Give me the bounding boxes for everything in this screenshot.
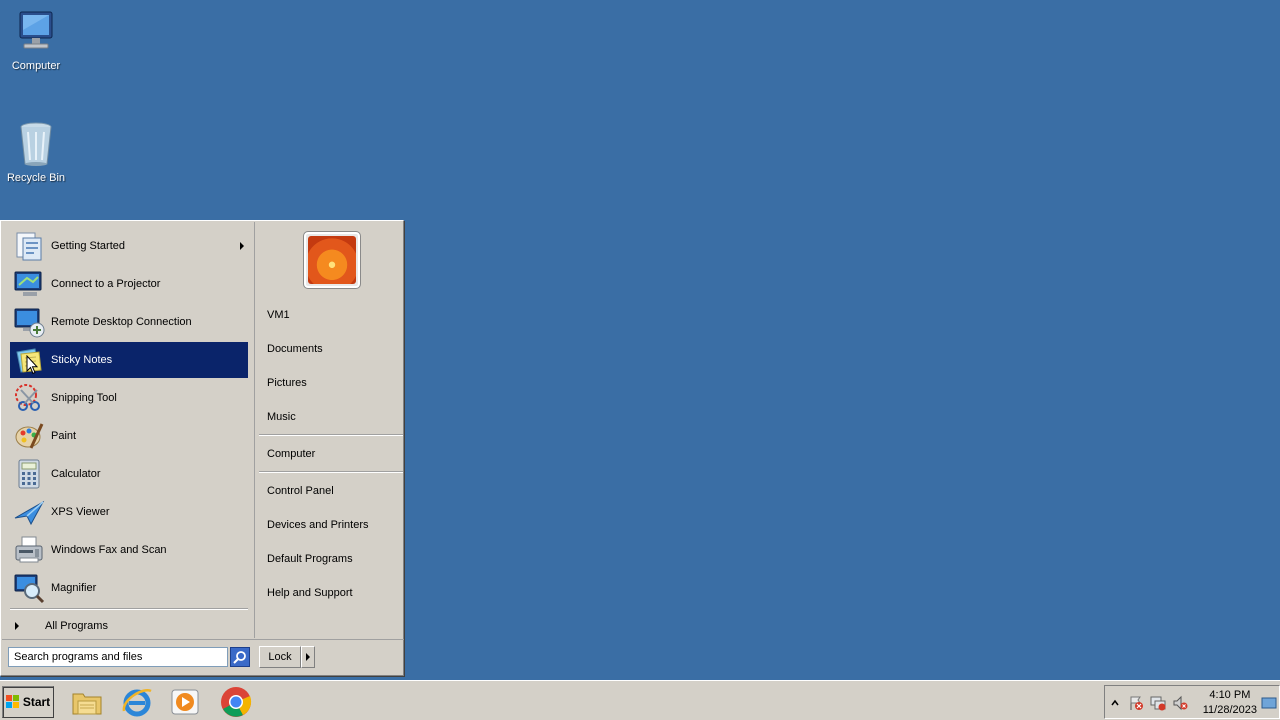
action-center-flag-icon[interactable] bbox=[1128, 695, 1144, 711]
program-label: Paint bbox=[51, 430, 77, 442]
link-devices-printers[interactable]: Devices and Printers bbox=[267, 519, 369, 531]
desktop-icon-recycle-bin[interactable]: Recycle Bin bbox=[0, 120, 72, 184]
start-button[interactable]: Start bbox=[2, 686, 54, 718]
clock-date: 11/28/2023 bbox=[1202, 704, 1257, 716]
program-label: XPS Viewer bbox=[51, 506, 110, 518]
search-button[interactable] bbox=[230, 647, 250, 667]
program-sticky-notes[interactable]: Sticky Notes bbox=[10, 342, 248, 378]
media-player-icon[interactable] bbox=[168, 685, 202, 719]
getting-started-icon bbox=[13, 230, 45, 262]
xps-viewer-icon bbox=[13, 496, 45, 528]
start-label: Start bbox=[22, 695, 51, 709]
link-user-folder[interactable]: VM1 bbox=[267, 309, 290, 321]
all-programs-arrow-icon bbox=[15, 622, 19, 630]
link-music[interactable]: Music bbox=[267, 411, 296, 423]
program-paint[interactable]: Paint bbox=[10, 418, 248, 454]
program-label: Remote Desktop Connection bbox=[51, 316, 192, 328]
link-documents[interactable]: Documents bbox=[267, 343, 323, 355]
taskbar-clock[interactable]: 4:10 PM 11/28/2023 bbox=[1203, 688, 1257, 718]
desktop-icon-computer[interactable]: Computer bbox=[0, 8, 72, 72]
internet-explorer-icon[interactable] bbox=[120, 685, 154, 719]
program-label: Snipping Tool bbox=[51, 392, 117, 404]
magnifier-icon bbox=[13, 572, 45, 604]
desktop-icon-label: Computer bbox=[11, 60, 61, 72]
start-menu-search-bar: Lock bbox=[2, 639, 404, 675]
taskbar: Start 4:10 PM 11/28/2023 bbox=[0, 680, 1280, 720]
remote-desktop-icon bbox=[13, 306, 45, 338]
calculator-icon bbox=[13, 458, 45, 490]
lock-button[interactable]: Lock bbox=[259, 646, 301, 668]
volume-muted-icon[interactable] bbox=[1172, 695, 1188, 711]
submenu-arrow-icon bbox=[240, 242, 244, 250]
all-programs-label: All Programs bbox=[45, 620, 108, 632]
program-calculator[interactable]: Calculator bbox=[10, 456, 248, 492]
program-label: Calculator bbox=[51, 468, 101, 480]
link-computer[interactable]: Computer bbox=[267, 448, 315, 460]
projector-icon bbox=[13, 268, 45, 300]
show-desktop-icon[interactable] bbox=[1261, 695, 1277, 711]
lock-label: Lock bbox=[268, 651, 292, 663]
mouse-cursor-icon bbox=[26, 354, 39, 378]
start-menu-places-pane: VM1 Documents Pictures Music Computer Co… bbox=[254, 222, 403, 638]
start-menu: Getting Started Connect to a Projector R… bbox=[0, 220, 404, 676]
desktop-icon-label: Recycle Bin bbox=[6, 172, 66, 184]
link-help-support[interactable]: Help and Support bbox=[267, 587, 353, 599]
program-label: Connect to a Projector bbox=[51, 278, 161, 290]
network-icon[interactable] bbox=[1150, 695, 1166, 711]
file-explorer-icon[interactable] bbox=[70, 685, 104, 719]
power-options-arrow-button[interactable] bbox=[301, 646, 315, 668]
program-xps-viewer[interactable]: XPS Viewer bbox=[10, 494, 248, 530]
start-menu-programs-pane: Getting Started Connect to a Projector R… bbox=[2, 222, 254, 638]
program-connect-to-projector[interactable]: Connect to a Projector bbox=[10, 266, 248, 302]
program-label: Getting Started bbox=[51, 240, 125, 252]
clock-time: 4:10 PM bbox=[1209, 689, 1251, 701]
program-label: Windows Fax and Scan bbox=[51, 544, 167, 556]
system-tray: 4:10 PM 11/28/2023 bbox=[1104, 685, 1280, 719]
places-separator bbox=[259, 471, 403, 473]
program-snipping-tool[interactable]: Snipping Tool bbox=[10, 380, 248, 416]
places-separator bbox=[259, 434, 403, 436]
snipping-tool-icon bbox=[13, 382, 45, 414]
windows-flag-icon bbox=[5, 695, 20, 709]
flower-avatar-icon bbox=[308, 236, 356, 284]
search-input[interactable] bbox=[8, 647, 228, 667]
program-remote-desktop[interactable]: Remote Desktop Connection bbox=[10, 304, 248, 340]
user-avatar[interactable] bbox=[303, 231, 361, 289]
program-label: Magnifier bbox=[51, 582, 97, 594]
chrome-icon[interactable] bbox=[219, 685, 253, 719]
program-fax-and-scan[interactable]: Windows Fax and Scan bbox=[10, 532, 248, 568]
link-pictures[interactable]: Pictures bbox=[267, 377, 307, 389]
fax-scan-icon bbox=[13, 534, 45, 566]
show-hidden-icons-icon[interactable] bbox=[1107, 695, 1123, 711]
program-label: Sticky Notes bbox=[51, 354, 113, 366]
link-default-programs[interactable]: Default Programs bbox=[267, 553, 353, 565]
program-magnifier[interactable]: Magnifier bbox=[10, 570, 248, 606]
computer-icon bbox=[12, 8, 60, 56]
programs-separator bbox=[10, 608, 248, 610]
search-icon bbox=[231, 651, 249, 669]
recycle-bin-icon bbox=[12, 120, 60, 168]
link-control-panel[interactable]: Control Panel bbox=[267, 485, 334, 497]
program-getting-started[interactable]: Getting Started bbox=[10, 228, 248, 264]
all-programs-button[interactable]: All Programs bbox=[10, 616, 248, 636]
paint-icon bbox=[13, 420, 45, 452]
